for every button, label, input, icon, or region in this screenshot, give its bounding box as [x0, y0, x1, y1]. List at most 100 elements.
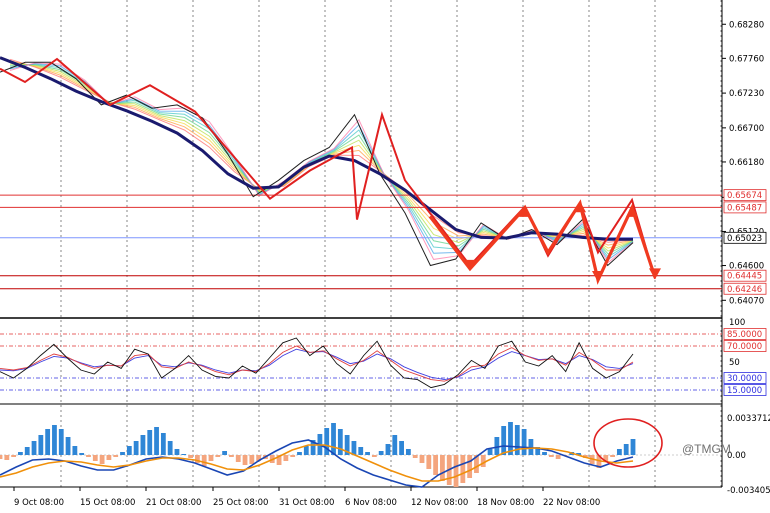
macd-hist-bar: [392, 435, 398, 455]
time-label: 18 Nov 08:00: [477, 498, 534, 508]
macd-hist-bar: [494, 437, 500, 455]
macd-hist-bar: [610, 455, 615, 457]
macd-hist-bar: [521, 429, 527, 455]
time-label: 21 Oct 08:00: [146, 498, 201, 508]
macd-hist-bar: [72, 446, 78, 455]
level-label: 0.64246: [727, 285, 762, 295]
macd-hist-bar: [11, 455, 17, 457]
macd-hist-bar: [249, 455, 255, 464]
macd-hist-bar: [52, 425, 57, 455]
macd-hist-bar: [616, 449, 622, 455]
price-axis[interactable]: 0.68280 0.67760 0.67230 0.66700 0.66180 0.656…: [722, 20, 767, 306]
macd-hist-bar: [215, 455, 221, 457]
macd-hist-bar: [65, 437, 71, 455]
macd-hist-bar: [426, 455, 432, 469]
macd-hist-bar: [174, 449, 180, 455]
time-label: 22 Nov 08:00: [543, 498, 600, 508]
macd-hist-bar: [460, 455, 466, 483]
macd-tick-label: -0.003405: [727, 486, 770, 496]
macd-hist-bar: [99, 455, 105, 464]
macd-hist-bar: [38, 435, 44, 455]
macd-hist-bar: [303, 446, 309, 455]
osc-level-label: 15.0000: [727, 386, 762, 396]
macd-hist-bar: [181, 454, 187, 455]
time-label: 6 Nov 08:00: [345, 498, 397, 508]
macd-hist-bar: [0, 455, 3, 459]
macd-hist-bar: [120, 452, 125, 455]
osc-fast-line: [0, 337, 634, 389]
macd-hist-bar: [480, 455, 486, 467]
macd-hist-bar: [167, 441, 173, 455]
macd-hist-bar: [140, 435, 146, 455]
price-tick-label: 0.66700: [729, 124, 764, 134]
chart-canvas: 85.0000 70.0000 30.0000 15.0000 100 50 0.0033…: [0, 0, 770, 508]
macd-hist-bar: [487, 449, 493, 455]
macd-hist-bar: [208, 455, 214, 461]
osc-tick-label: 100: [729, 318, 745, 328]
macd-hist-bar: [378, 451, 384, 455]
moving-average-line: [0, 56, 633, 241]
macd-hist-bar: [358, 447, 364, 455]
price-tick-label: 0.66180: [729, 158, 764, 168]
price-tick-label: 0.67760: [729, 54, 764, 64]
macd-hist-bar: [433, 455, 439, 475]
macd-hist-bar: [297, 452, 302, 455]
macd-hist-bar: [235, 455, 241, 462]
macd-hist-bar: [188, 455, 193, 458]
ma-ribbon-line: [9, 58, 634, 243]
macd-hist-bar: [160, 433, 166, 455]
highlight-circle: [593, 418, 663, 468]
time-label: 12 Nov 08:00: [411, 498, 468, 508]
price-panel: [0, 56, 722, 290]
macd-hist-bar: [419, 455, 425, 463]
macd-hist-bar: [290, 455, 296, 457]
macd-hist-bar: [242, 455, 248, 465]
macd-hist-bar: [324, 428, 330, 455]
macd-hist-bar: [548, 455, 554, 457]
macd-hist-bar: [467, 455, 473, 478]
macd-hist-bar: [45, 429, 51, 455]
macd-hist-bar: [201, 455, 207, 466]
macd-hist-bar: [331, 423, 336, 455]
arrow-head: [649, 268, 661, 280]
time-axis: 9 Oct 08:00 15 Oct 08:00 21 Oct 08:00 25 Oc…: [13, 487, 600, 508]
osc-tick-label: 50: [729, 358, 740, 368]
arrow-head: [574, 201, 586, 213]
watermark-text: @TMGM: [682, 442, 731, 456]
macd-hist-bar: [365, 452, 370, 455]
macd-hist-bar: [555, 455, 561, 459]
macd-hist-bar: [92, 455, 98, 461]
macd-hist-bar: [405, 449, 411, 455]
macd-hist-bar: [351, 441, 357, 455]
macd-panel: 0.00337120.00-0.003405: [0, 414, 770, 496]
macd-hist-bar: [58, 429, 64, 455]
macd-hist-bar: [371, 455, 377, 457]
ma-ribbon-line: [9, 62, 634, 261]
macd-hist-bar: [399, 441, 404, 455]
macd-hist-bar: [147, 430, 153, 455]
macd-hist-bar: [106, 455, 112, 460]
macd-hist-bar: [126, 446, 132, 455]
time-label: 31 Oct 08:00: [279, 498, 334, 508]
macd-hist-bar: [24, 447, 30, 455]
macd-hist-bar: [453, 455, 459, 487]
macd-hist-bar: [18, 452, 23, 455]
macd-hist-bar: [501, 426, 507, 455]
macd-hist-bar: [79, 453, 85, 455]
zigzag-line: [0, 57, 656, 279]
macd-hist-bar: [154, 427, 159, 455]
price-tick-label: 0.64070: [729, 296, 764, 306]
macd-hist-bar: [440, 455, 445, 481]
time-label: 9 Oct 08:00: [14, 498, 64, 508]
macd-hist-bar: [283, 455, 289, 461]
macd-hist-bar: [222, 451, 228, 455]
macd-hist-bar: [412, 455, 418, 458]
macd-hist-bar: [630, 439, 636, 455]
oscillator-panel: 85.0000 70.0000 30.0000 15.0000 100 50: [0, 318, 767, 396]
chart-window: 85.0000 70.0000 30.0000 15.0000 100 50 0.0033…: [0, 0, 770, 513]
macd-hist-bar: [229, 455, 234, 457]
level-label: 0.65023: [727, 234, 762, 244]
osc-level-label: 70.0000: [727, 342, 762, 352]
macd-hist-bar: [86, 455, 91, 457]
macd-hist-bar: [337, 429, 343, 455]
